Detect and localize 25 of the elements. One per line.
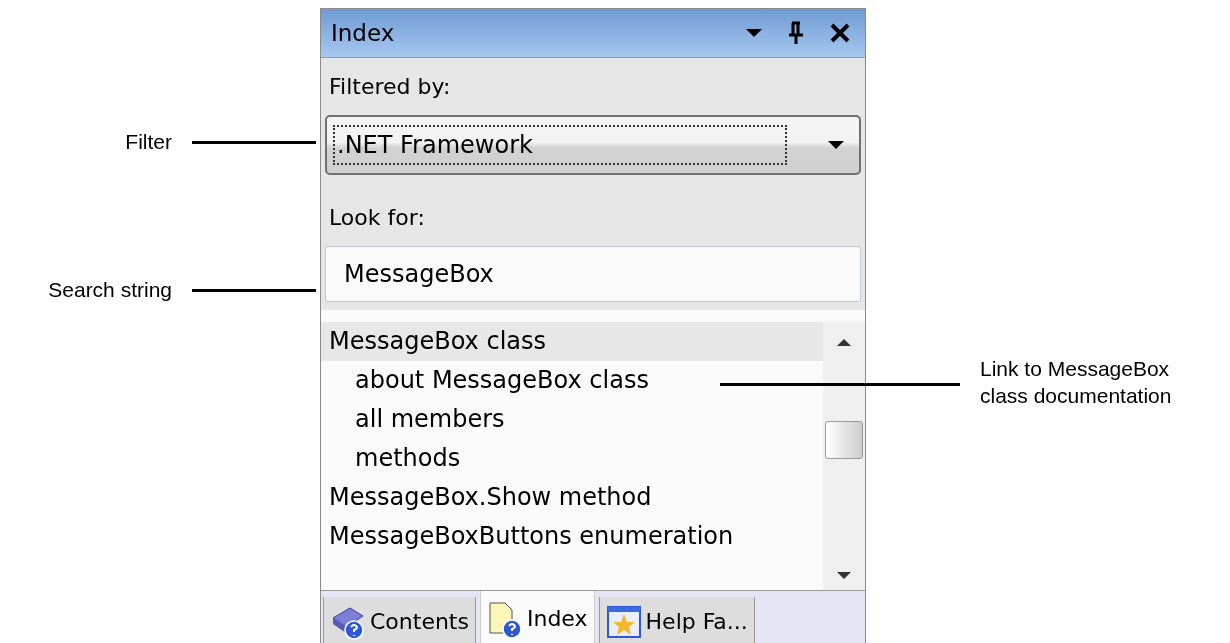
dropdown-icon[interactable] (745, 28, 763, 38)
callout-label: Search string (48, 278, 172, 302)
pin-icon[interactable] (787, 21, 805, 45)
search-label: Look for: (328, 205, 425, 230)
filter-label: Filtered by: (328, 74, 451, 99)
scroll-thumb[interactable] (825, 421, 863, 459)
scroll-down-icon[interactable] (836, 571, 852, 580)
callout-label: Link to MessageBox class documentation (980, 356, 1173, 410)
window-title: Index (331, 20, 396, 46)
search-field[interactable]: MessageBox (325, 246, 861, 302)
index-item[interactable]: methods (321, 439, 823, 478)
index-item[interactable]: all members (321, 400, 823, 439)
tab[interactable]: Index (479, 591, 595, 643)
scroll-up-icon[interactable] (836, 338, 852, 347)
index-item[interactable]: about MessageBox class (321, 361, 823, 400)
tab[interactable]: Contents (323, 597, 476, 643)
tab[interactable]: Help Fa... (598, 597, 755, 643)
callout-label: Filter (125, 130, 172, 154)
scrollbar[interactable] (823, 322, 865, 590)
caret-icon[interactable] (827, 140, 845, 150)
filter-dropdown[interactable]: .NET Framework (325, 115, 861, 175)
index-item[interactable]: MessageBoxButtons enumeration (321, 517, 823, 556)
index-item[interactable]: MessageBox.Show method (321, 478, 823, 517)
close-icon[interactable] (829, 22, 851, 44)
index-item[interactable]: MessageBox class (321, 322, 823, 361)
